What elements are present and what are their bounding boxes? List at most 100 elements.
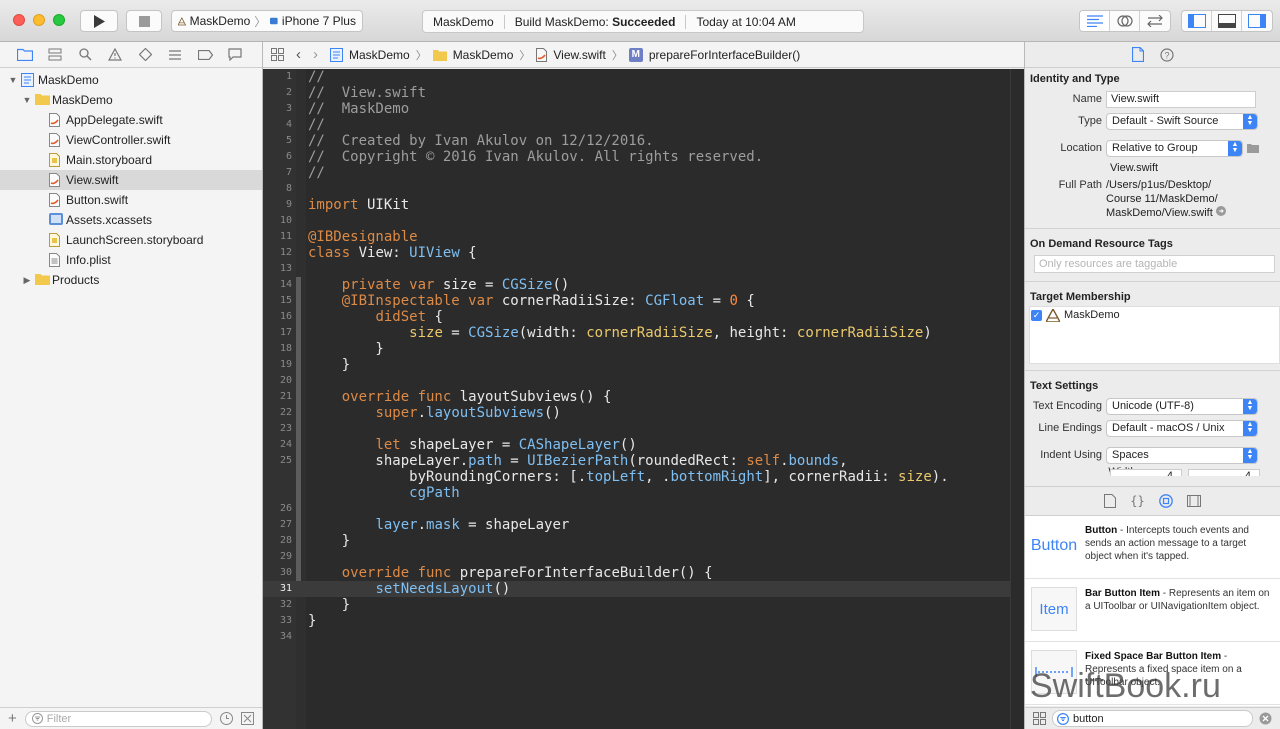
current-code-line[interactable]: 31 setNeedsLayout() — [263, 581, 1024, 597]
breadcrumb-group[interactable]: MaskDemo — [453, 48, 514, 62]
navigator-item[interactable]: ▼ MaskDemo — [0, 90, 262, 110]
symbol-navigator-tab[interactable] — [40, 42, 70, 68]
close-window-button[interactable] — [13, 14, 25, 26]
disclosure-open-icon[interactable]: ▼ — [8, 75, 18, 85]
target-checkbox[interactable]: ✓ — [1031, 310, 1042, 321]
indent-popup[interactable]: Spaces ▲ ▼ — [1106, 446, 1258, 464]
code-line[interactable]: 16 didSet { — [263, 309, 1024, 325]
library-search-field[interactable]: button — [1052, 710, 1253, 727]
related-items-icon[interactable] — [271, 48, 284, 61]
code-snippet-icon[interactable]: {} — [1130, 494, 1144, 508]
toggle-inspector-button[interactable] — [1242, 11, 1272, 31]
code-line[interactable]: 27 layer.mask = shapeLayer — [263, 517, 1024, 533]
project-navigator-tab[interactable] — [10, 42, 40, 68]
code-line[interactable]: 15 @IBInspectable var cornerRadiiSize: C… — [263, 293, 1024, 309]
zoom-window-button[interactable] — [53, 14, 65, 26]
navigator-item[interactable]: Info.plist — [0, 250, 262, 270]
navigator-item[interactable]: Button.swift — [0, 190, 262, 210]
code-line[interactable]: 21 override func layoutSubviews() { — [263, 389, 1024, 405]
version-editor-button[interactable] — [1140, 11, 1170, 31]
code-line[interactable]: 34 — [263, 629, 1024, 645]
source-editor[interactable]: 1 // 2 // View.swift 3 // MaskDemo 4 // 5 // Crea… — [263, 69, 1024, 729]
code-line[interactable]: 2 // View.swift — [263, 85, 1024, 101]
code-line[interactable]: 25 shapeLayer.path = UIBezierPath(rounde… — [263, 453, 1024, 469]
resource-tags-field[interactable]: Only resources are taggable — [1034, 255, 1275, 273]
forward-button[interactable]: › — [313, 46, 318, 63]
code-line[interactable]: 23 — [263, 421, 1024, 437]
report-navigator-tab[interactable] — [220, 42, 250, 68]
file-template-icon[interactable] — [1104, 494, 1117, 508]
code-line[interactable]: 13 — [263, 261, 1024, 277]
toggle-debug-area-button[interactable] — [1212, 11, 1242, 31]
library-item[interactable]: Item Bar Button Item - Represents an item… — [1025, 579, 1280, 642]
code-line[interactable]: 26 — [263, 501, 1024, 517]
code-line[interactable]: 18 } — [263, 341, 1024, 357]
code-line[interactable]: 14 private var size = CGSize() — [263, 277, 1024, 293]
recent-files-icon[interactable] — [220, 712, 233, 725]
navigator-item[interactable]: AppDelegate.swift — [0, 110, 262, 130]
find-navigator-tab[interactable] — [70, 42, 100, 68]
breadcrumb-project[interactable]: MaskDemo — [349, 48, 410, 62]
quick-help-icon[interactable]: ? — [1159, 47, 1174, 62]
code-line[interactable]: 20 — [263, 373, 1024, 389]
toggle-navigator-button[interactable] — [1182, 11, 1212, 31]
navigator-item[interactable]: View.swift — [0, 170, 262, 190]
code-line[interactable]: cgPath — [263, 485, 1024, 501]
minimize-window-button[interactable] — [33, 14, 45, 26]
disclosure-open-icon[interactable]: ▼ — [22, 95, 32, 105]
standard-editor-button[interactable] — [1080, 11, 1110, 31]
issue-navigator-tab[interactable] — [100, 42, 130, 68]
tab-width-field[interactable]: 4 — [1110, 469, 1182, 476]
run-button[interactable] — [80, 10, 118, 32]
folder-icon[interactable] — [1247, 143, 1259, 153]
code-line[interactable]: 4 // — [263, 117, 1024, 133]
navigator-item[interactable]: LaunchScreen.storyboard — [0, 230, 262, 250]
editor-scrollbar[interactable] — [1010, 69, 1024, 729]
code-line[interactable]: 28 } — [263, 533, 1024, 549]
object-library-icon[interactable] — [1158, 494, 1173, 508]
scm-filter-icon[interactable] — [241, 712, 254, 725]
code-line[interactable]: 1 // — [263, 69, 1024, 85]
code-line[interactable]: 10 — [263, 213, 1024, 229]
debug-navigator-tab[interactable] — [160, 42, 190, 68]
navigator-item[interactable]: Assets.xcassets — [0, 210, 262, 230]
location-popup[interactable]: Relative to Group ▲ ▼ — [1106, 139, 1243, 157]
reveal-arrow-icon[interactable] — [1215, 206, 1226, 216]
filter-field[interactable]: Filter — [24, 710, 212, 727]
code-line[interactable]: 3 // MaskDemo — [263, 101, 1024, 117]
code-line[interactable]: 30 override func prepareForInterfaceBuil… — [263, 565, 1024, 581]
scheme-selector[interactable]: MaskDemo 〉 iPhone 7 Plus — [171, 10, 363, 32]
breadcrumb-method[interactable]: prepareForInterfaceBuilder() — [649, 48, 800, 62]
grid-view-icon[interactable] — [1033, 712, 1046, 725]
file-inspector-icon[interactable] — [1131, 47, 1144, 62]
code-line[interactable]: 6 // Copyright © 2016 Ivan Akulov. All ri… — [263, 149, 1024, 165]
code-line[interactable]: 24 let shapeLayer = CAShapeLayer() — [263, 437, 1024, 453]
code-line[interactable]: 8 — [263, 181, 1024, 197]
code-line[interactable]: 33} — [263, 613, 1024, 629]
assistant-editor-button[interactable] — [1110, 11, 1140, 31]
encoding-popup[interactable]: Unicode (UTF-8) ▲ ▼ — [1106, 397, 1258, 415]
add-icon[interactable]: + — [8, 710, 17, 727]
code-line[interactable]: 19 } — [263, 357, 1024, 373]
code-line[interactable]: 17 size = CGSize(width: cornerRadiiSize,… — [263, 325, 1024, 341]
indent-width-field[interactable]: 4 — [1188, 469, 1260, 476]
breadcrumb-file[interactable]: View.swift — [553, 48, 605, 62]
clear-search-icon[interactable] — [1259, 712, 1272, 725]
code-line[interactable]: 7 // — [263, 165, 1024, 181]
breakpoint-navigator-tab[interactable] — [190, 42, 220, 68]
line-endings-popup[interactable]: Default - macOS / Unix ▲ ▼ — [1106, 419, 1258, 437]
test-navigator-tab[interactable] — [130, 42, 160, 68]
code-line[interactable]: 22 super.layoutSubviews() — [263, 405, 1024, 421]
library-item[interactable]: Button Button - Intercepts touch events a… — [1025, 516, 1280, 579]
navigator-item[interactable]: ▶ Products — [0, 270, 262, 290]
media-library-icon[interactable] — [1186, 495, 1201, 507]
back-button[interactable]: ‹ — [296, 46, 301, 63]
code-line[interactable]: 12 class View: UIView { — [263, 245, 1024, 261]
code-line[interactable]: byRoundingCorners: [.topLeft, .bottomRig… — [263, 469, 1024, 485]
name-field[interactable]: View.swift — [1106, 90, 1256, 108]
code-line[interactable]: 32 } — [263, 597, 1024, 613]
disclosure-closed-icon[interactable]: ▶ — [22, 275, 32, 286]
navigator-item[interactable]: ▼ MaskDemo — [0, 70, 262, 90]
stop-button[interactable] — [126, 10, 162, 32]
navigator-item[interactable]: ViewController.swift — [0, 130, 262, 150]
